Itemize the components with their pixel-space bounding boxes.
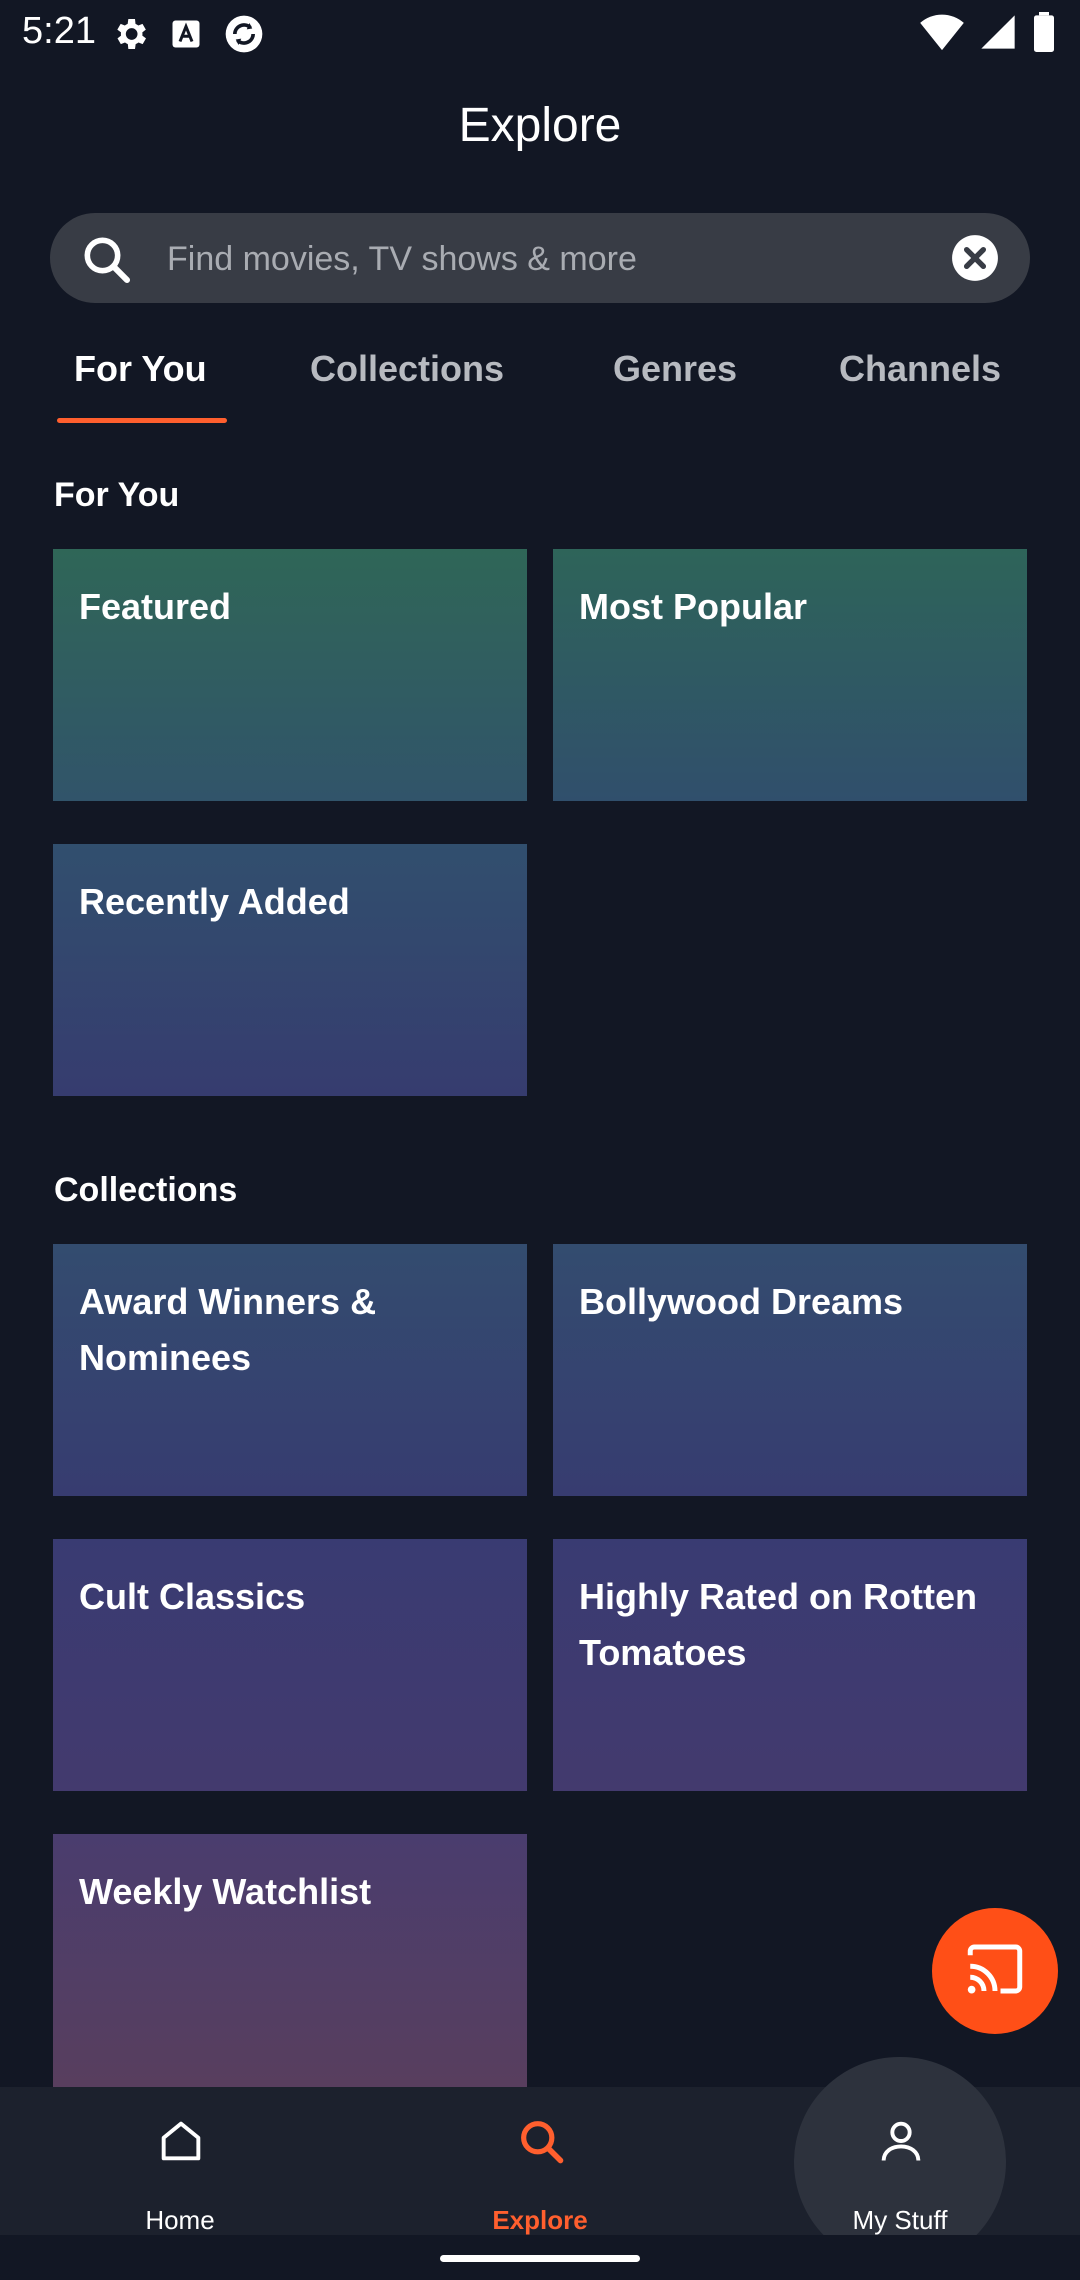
card-bollywood-dreams[interactable]: Bollywood Dreams <box>553 1244 1027 1496</box>
signal-icon <box>978 12 1018 57</box>
card-label: Bollywood Dreams <box>579 1281 904 1322</box>
card-label: Most Popular <box>579 586 808 627</box>
page-title: Explore <box>458 99 622 152</box>
nav-explore[interactable]: Explore <box>360 2087 720 2235</box>
status-bar: 5:21 <box>0 0 1080 66</box>
card-recently-added[interactable]: Recently Added <box>53 844 527 1096</box>
wifi-icon <box>920 12 964 57</box>
section-title-collections: Collections <box>54 1171 238 1209</box>
nav-my-stuff[interactable]: My Stuff <box>720 2087 1080 2235</box>
card-weekly-watchlist[interactable]: Weekly Watchlist <box>53 1834 527 2087</box>
cast-button[interactable] <box>932 1908 1058 2034</box>
nav-home[interactable]: Home <box>0 2087 360 2235</box>
gesture-area <box>0 2235 1080 2280</box>
card-most-popular[interactable]: Most Popular <box>553 549 1027 801</box>
search-input[interactable] <box>165 225 969 293</box>
card-label: Cult Classics <box>79 1576 306 1617</box>
card-label: Award Winners & Nominees <box>79 1281 377 1378</box>
card-label: Featured <box>79 586 232 627</box>
tab-genres[interactable]: Genres <box>613 348 737 390</box>
nav-my-stuff-label: My Stuff <box>852 2205 948 2235</box>
home-icon <box>155 2115 207 2172</box>
battery-icon <box>1032 12 1056 57</box>
nav-explore-label: Explore <box>492 2205 588 2235</box>
card-label: Highly Rated on Rotten Tomatoes <box>579 1576 977 1673</box>
status-time: 5:21 <box>22 10 96 52</box>
tab-channels[interactable]: Channels <box>839 348 1001 390</box>
clear-search-icon[interactable] <box>950 233 1000 288</box>
sync-app-icon <box>222 12 266 61</box>
search-icon <box>515 2115 567 2172</box>
card-highly-rated-rotten-tomatoes[interactable]: Highly Rated on Rotten Tomatoes <box>553 1539 1027 1791</box>
card-cult-classics[interactable]: Cult Classics <box>53 1539 527 1791</box>
gear-icon <box>110 14 150 59</box>
tab-for-you[interactable]: For You <box>74 348 207 390</box>
person-icon <box>875 2115 927 2172</box>
cast-icon <box>962 1936 1028 2007</box>
card-label: Weekly Watchlist <box>79 1871 372 1912</box>
search-bar[interactable] <box>50 213 1030 303</box>
search-icon[interactable] <box>78 231 134 292</box>
card-label: Recently Added <box>79 881 350 922</box>
section-title-for-you: For You <box>54 476 180 514</box>
text-a-icon <box>168 16 204 57</box>
card-featured[interactable]: Featured <box>53 549 527 801</box>
tab-bar: For You Collections Genres Channels <box>0 330 1080 425</box>
home-gesture-bar[interactable] <box>440 2255 640 2262</box>
card-award-winners[interactable]: Award Winners & Nominees <box>53 1244 527 1496</box>
tab-collections[interactable]: Collections <box>310 348 504 390</box>
nav-home-label: Home <box>145 2205 215 2235</box>
active-tab-indicator <box>57 418 227 423</box>
bottom-nav: Home Explore My Stuff <box>0 2057 1080 2267</box>
